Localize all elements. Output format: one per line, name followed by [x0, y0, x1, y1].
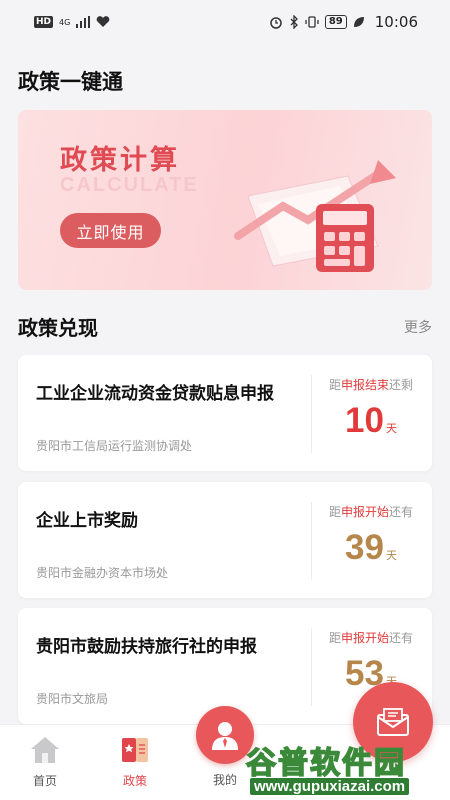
more-link[interactable]: 更多: [404, 317, 432, 337]
watermark-logo: 谷普软件园 www.gupuxiazai.com: [245, 738, 450, 800]
tab-home[interactable]: 首页: [15, 735, 75, 789]
policy-status: 距申报开始还有: [328, 505, 414, 519]
banner-title: 政策计算: [60, 145, 180, 176]
days-remaining: 10 天: [318, 401, 424, 441]
watermark-text: 谷普软件园: [245, 745, 406, 782]
tab-home-label: 首页: [32, 774, 57, 788]
policy-card[interactable]: 工业企业流动资金贷款贴息申报 贵阳市工信局运行监测协调处 距申报结束还剩 10 …: [18, 355, 432, 471]
leaf-icon: [353, 17, 364, 27]
policy-title: 企业上市奖励: [36, 511, 138, 531]
heart-monitor-icon: [96, 16, 110, 27]
bluetooth-icon: [290, 15, 298, 29]
status-right: 89 10:06: [269, 13, 418, 31]
policy-card[interactable]: 企业上市奖励 贵阳市金融办资本市场处 距申报开始还有 39 天: [18, 482, 432, 598]
policy-book-icon: [122, 738, 148, 762]
hd-badge: HD: [34, 16, 54, 28]
policy-department: 贵阳市文旅局: [36, 692, 109, 706]
divider: [311, 628, 312, 706]
tab-policy[interactable]: 政策: [105, 735, 165, 789]
policy-department: 贵阳市金融办资本市场处: [36, 566, 169, 580]
days-unit: 天: [385, 422, 397, 435]
calculator-illustration: [234, 160, 396, 272]
use-now-button[interactable]: 立即使用: [60, 213, 161, 248]
signal-icon: [76, 16, 91, 28]
user-icon: [212, 722, 238, 750]
mail-icon: [377, 708, 409, 736]
status-left: HD 4G: [34, 16, 110, 28]
page-title: 政策一键通: [18, 70, 123, 94]
home-icon: [31, 737, 59, 763]
days-number: 10: [345, 401, 384, 440]
policy-section-header: 政策兑现 更多: [18, 312, 432, 341]
divider: [311, 375, 312, 453]
watermark-url: www.gupuxiazai.com: [250, 778, 410, 795]
policy-calculator-banner[interactable]: 政策计算 CALCULATE 立即使用: [18, 110, 432, 290]
battery-indicator: 89: [324, 15, 347, 29]
alarm-icon: [270, 17, 282, 29]
tab-policy-label: 政策: [122, 774, 147, 788]
policy-title: 贵阳市鼓励扶持旅行社的申报: [36, 637, 257, 657]
network-label: 4G: [59, 17, 71, 27]
tab-mine-label: 我的: [212, 773, 237, 787]
days-unit: 天: [385, 549, 397, 562]
banner-subtitle: CALCULATE: [60, 174, 199, 196]
days-remaining: 39 天: [318, 528, 424, 568]
days-number: 39: [345, 528, 384, 567]
status-bar: HD 4G 89 10:06: [0, 0, 450, 44]
clock-time: 10:06: [374, 13, 418, 31]
policy-status: 距申报结束还剩: [328, 378, 414, 392]
vibrate-icon: [305, 16, 319, 28]
policy-status: 距申报开始还有: [328, 631, 414, 645]
section-title: 政策兑现: [18, 316, 98, 340]
divider: [311, 502, 312, 580]
policy-department: 贵阳市工信局运行监测协调处: [36, 439, 193, 453]
policy-title: 工业企业流动资金贷款贴息申报: [36, 384, 274, 404]
